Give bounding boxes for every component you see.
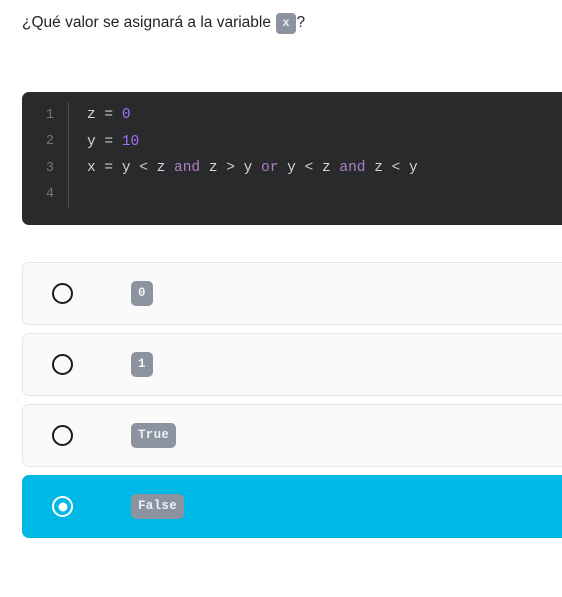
- question-suffix: ?: [296, 14, 306, 31]
- code-token: <: [130, 160, 157, 177]
- code-token: z: [208, 160, 218, 177]
- code-line-number: 2: [45, 134, 54, 150]
- code-line-content: [68, 181, 562, 208]
- quiz-page: ¿Qué valor se asignará a la variable x? …: [0, 0, 562, 597]
- answer-option-label: False: [131, 493, 185, 520]
- code-token: <: [382, 160, 410, 177]
- radio-button-icon[interactable]: [52, 425, 73, 446]
- answer-options-list: 0 1 True False: [22, 262, 562, 546]
- inline-code-variable: x: [276, 13, 296, 34]
- code-block: 1 z = 0 2 y = 10 3 x = y < z and z > y or y <…: [22, 92, 562, 225]
- code-token: y: [243, 160, 253, 177]
- code-line: 3 x = y < z and z > y or y < z and z < y: [22, 155, 562, 182]
- radio-button-icon[interactable]: [52, 283, 73, 304]
- code-token: y: [87, 133, 96, 150]
- code-token: y: [121, 160, 131, 177]
- answer-option-true[interactable]: True: [22, 404, 562, 467]
- radio-selected-dot: [58, 502, 67, 511]
- code-token: >: [217, 160, 244, 177]
- code-token: =: [95, 107, 122, 124]
- code-line: 2 y = 10: [22, 128, 562, 155]
- code-token: y: [287, 160, 296, 177]
- code-token: 0: [121, 107, 131, 124]
- code-token: =: [95, 160, 122, 177]
- code-line-number: 3: [45, 160, 54, 176]
- code-token: 10: [121, 133, 140, 150]
- code-token: =: [95, 133, 122, 150]
- answer-option-1[interactable]: 1: [22, 333, 562, 396]
- code-line-number: 1: [45, 107, 54, 123]
- code-token: and: [174, 160, 201, 177]
- code-token: <: [295, 160, 322, 177]
- code-line-number: 4: [45, 187, 54, 203]
- code-token: z: [321, 160, 331, 177]
- code-token: or: [261, 160, 279, 177]
- code-line: 1 z = 0: [22, 102, 562, 129]
- code-token: z: [374, 160, 383, 177]
- code-line-content: z = 0: [68, 102, 562, 129]
- question-prefix: ¿Qué valor se asignará a la variable: [22, 14, 276, 31]
- radio-button-icon[interactable]: [52, 354, 73, 375]
- code-token: and: [339, 160, 366, 177]
- answer-option-label: 1: [131, 351, 153, 378]
- code-token: x: [87, 160, 96, 177]
- question-text: ¿Qué valor se asignará a la variable x?: [22, 10, 542, 36]
- answer-option-label: True: [131, 422, 177, 449]
- answer-option-label: 0: [131, 280, 153, 307]
- code-token: z: [87, 107, 96, 124]
- code-token: y: [409, 160, 418, 177]
- radio-button-icon[interactable]: [52, 496, 73, 517]
- code-line-content: y = 10: [68, 128, 562, 155]
- answer-option-0[interactable]: 0: [22, 262, 562, 325]
- code-token: z: [156, 160, 166, 177]
- code-line-content: x = y < z and z > y or y < z and z < y: [68, 155, 562, 182]
- answer-option-false[interactable]: False: [22, 475, 562, 538]
- code-line: 4: [22, 181, 562, 208]
